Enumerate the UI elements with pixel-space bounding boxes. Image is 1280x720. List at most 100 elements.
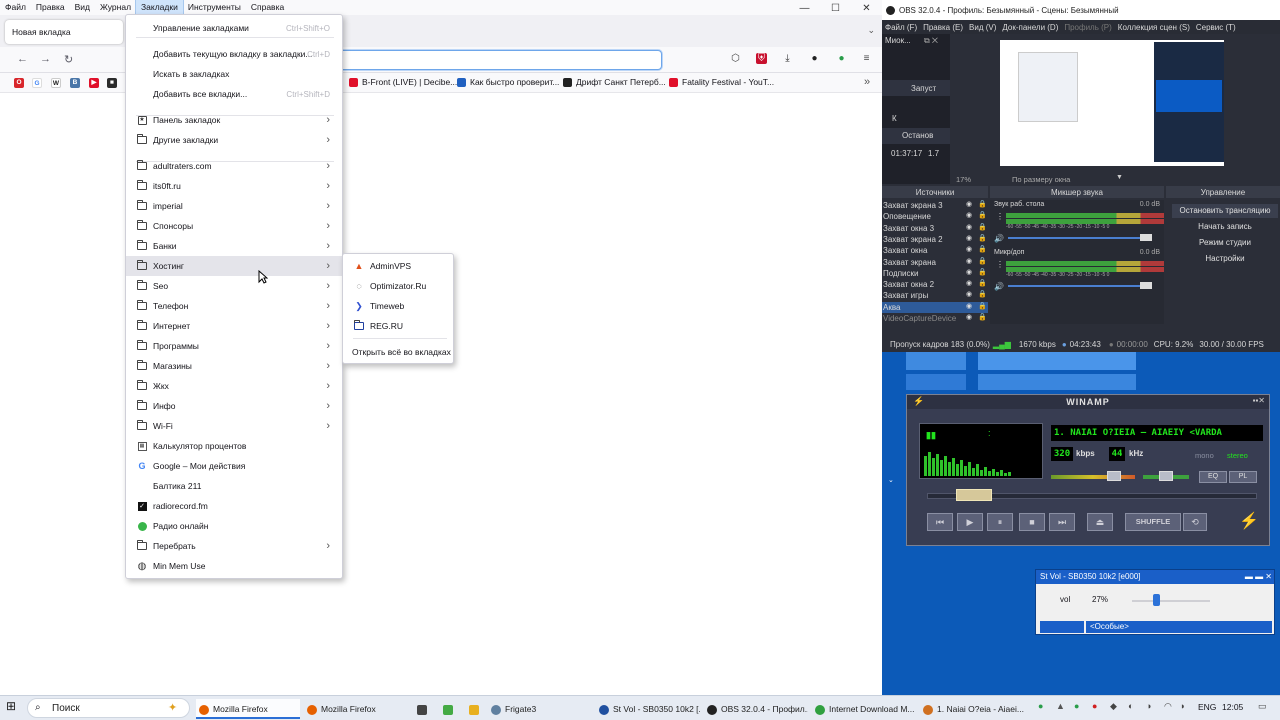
chevron-down-icon[interactable]: ▼: [1116, 174, 1123, 181]
menubar-item[interactable]: Вид: [70, 0, 95, 15]
preset-select[interactable]: <Особые>: [1086, 621, 1272, 633]
back-icon[interactable]: ←: [17, 53, 28, 65]
google-icon[interactable]: G: [32, 78, 42, 88]
tray-icon[interactable]: ●: [1092, 701, 1097, 711]
control-button[interactable]: Режим студии: [1172, 236, 1278, 250]
submenu-item[interactable]: ❯ Timeweb: [343, 296, 453, 316]
mixer-volume-slider[interactable]: [1008, 285, 1144, 287]
visibility-eye-icon[interactable]: ◉: [966, 268, 972, 276]
youtube-icon[interactable]: ▶: [89, 78, 99, 88]
visibility-eye-icon[interactable]: ◉: [966, 257, 972, 265]
eq-button[interactable]: EQ: [1199, 471, 1227, 483]
chevron-down-icon[interactable]: ⌄: [867, 25, 875, 36]
taskbar-item[interactable]: Internet Download M...: [812, 699, 916, 719]
visibility-eye-icon[interactable]: ◉: [966, 302, 972, 310]
obs-menu-item[interactable]: Док-панели (D): [999, 23, 1061, 32]
obs-menu-item[interactable]: Профиль (P): [1061, 23, 1114, 32]
lock-icon[interactable]: 🔒: [978, 290, 987, 298]
lock-icon[interactable]: 🔒: [978, 313, 987, 321]
opera-icon[interactable]: O: [14, 78, 24, 88]
taskbar-item[interactable]: [440, 699, 460, 719]
speaker-icon[interactable]: 🔊: [994, 282, 1004, 291]
menu-folder[interactable]: Интернет ›: [126, 316, 342, 336]
menu-folder[interactable]: Банки ›: [126, 236, 342, 256]
menubar-item[interactable]: Файл: [0, 0, 31, 15]
bookmark-link[interactable]: Как быстро проверит...: [457, 77, 559, 87]
submenu-item[interactable]: ▲ AdminVPS: [343, 256, 453, 276]
tray-icon[interactable]: ◆: [1110, 701, 1117, 712]
obs-menu-item[interactable]: Коллекция сцен (S): [1115, 23, 1193, 32]
speaker-icon[interactable]: ◗: [1180, 701, 1185, 711]
zoom-level[interactable]: 17%: [956, 175, 971, 184]
visibility-eye-icon[interactable]: ◉: [966, 245, 972, 253]
menu-folder[interactable]: imperial ›: [126, 196, 342, 216]
tab-new-tab[interactable]: Новая вкладка: [5, 20, 123, 44]
lock-icon[interactable]: 🔒: [978, 268, 987, 276]
menu-item[interactable]: Другие закладки ›: [126, 130, 342, 150]
forward-icon[interactable]: →: [40, 53, 51, 65]
obs-menu-item[interactable]: Правка (E): [920, 23, 966, 32]
volume-slider[interactable]: [1107, 471, 1121, 481]
menu-link[interactable]: Перебрать ›: [126, 536, 342, 556]
mixer-menu-icon[interactable]: ⋮: [996, 212, 1004, 221]
vol-track[interactable]: [1132, 600, 1210, 602]
vol-toolbar-icons[interactable]: [1040, 621, 1084, 633]
menu-folder[interactable]: Программы ›: [126, 336, 342, 356]
visibility-eye-icon[interactable]: ◉: [966, 200, 972, 208]
search-box[interactable]: ⌕ Поиск ✦: [27, 698, 190, 718]
winamp-titlebar[interactable]: WINAMP: [907, 395, 1269, 409]
url-bar[interactable]: [332, 50, 662, 70]
bookmark-site-icon[interactable]: ■: [107, 78, 117, 88]
window-buttons-icon[interactable]: ▬ ▬ ✕: [1245, 570, 1272, 584]
bookmark-link[interactable]: Fatality Festival - YouT...: [669, 77, 774, 87]
menu-folder[interactable]: its0ft.ru ›: [126, 176, 342, 196]
taskbar-item[interactable]: Mozilla Firefox: [304, 699, 408, 719]
source-item[interactable]: Подписки: [882, 268, 964, 279]
obs-menu-item[interactable]: Сервис (T): [1193, 23, 1239, 32]
lock-icon[interactable]: 🔒: [978, 302, 987, 310]
lock-icon[interactable]: 🔒: [978, 257, 987, 265]
control-button[interactable]: Остановить трансляцию: [1172, 204, 1278, 218]
taskbar-item[interactable]: St Vol - SB0350 10k2 [...: [596, 699, 700, 719]
menu-folder[interactable]: Жкх ›: [126, 376, 342, 396]
obs-preview[interactable]: [1000, 40, 1224, 166]
menubar-item[interactable]: Правка: [31, 0, 70, 15]
menubar-item[interactable]: Справка: [246, 0, 289, 15]
submenu-item[interactable]: ◌ Optimizator.Ru: [343, 276, 453, 296]
menubar-item[interactable]: Закладки: [135, 0, 184, 16]
mixer-volume-thumb[interactable]: [1140, 234, 1152, 241]
lock-icon[interactable]: 🔒: [978, 245, 987, 253]
menu-item[interactable]: Управление закладками Ctrl+Shift+O: [126, 18, 342, 38]
taskbar-item[interactable]: Mozilla Firefox: [196, 699, 300, 719]
wifi-icon[interactable]: ◠: [1164, 701, 1172, 712]
lock-icon[interactable]: 🔒: [978, 279, 987, 287]
ublock-icon[interactable]: ⛨: [756, 53, 767, 64]
extension-icon[interactable]: ⬡: [730, 53, 741, 64]
visibility-eye-icon[interactable]: ◉: [966, 223, 972, 231]
menu-item[interactable]: ★ Панель закладок ›: [126, 110, 342, 130]
previous-button[interactable]: ⏮: [927, 513, 953, 531]
visibility-eye-icon[interactable]: ◉: [966, 279, 972, 287]
menu-link[interactable]: ▦ Калькулятор процентов: [126, 436, 342, 456]
menu-folder[interactable]: Хостинг ›: [126, 256, 342, 276]
menu-folder[interactable]: Инфо ›: [126, 396, 342, 416]
pl-button[interactable]: PL: [1229, 471, 1257, 483]
tray-icon[interactable]: ▲: [1056, 701, 1065, 711]
clock[interactable]: 12:05: [1222, 702, 1243, 712]
taskbar-item[interactable]: 1. Naiai O?eia - Aiaei...: [920, 699, 1024, 719]
menu-link[interactable]: ✓ radiorecord.fm: [126, 496, 342, 516]
notifications-icon[interactable]: ▭: [1258, 701, 1267, 712]
visibility-eye-icon[interactable]: ◉: [966, 234, 972, 242]
repeat-button[interactable]: ⟲: [1183, 513, 1207, 531]
balance-slider[interactable]: [1159, 471, 1173, 481]
vpn-icon[interactable]: ●: [836, 53, 847, 64]
menu-folder[interactable]: Спонсоры ›: [126, 216, 342, 236]
download-icon[interactable]: ⤓: [782, 53, 793, 64]
tray-icon[interactable]: ◐: [1128, 701, 1133, 711]
visibility-eye-icon[interactable]: ◉: [966, 313, 972, 321]
menu-item[interactable]: Добавить все вкладки... Ctrl+Shift+D: [126, 84, 342, 104]
source-item[interactable]: Захват экрана 3: [882, 200, 964, 211]
menu-link[interactable]: ◍ Min Mem Use: [126, 556, 342, 576]
tray-icon[interactable]: ●: [1074, 701, 1079, 711]
source-item[interactable]: Захват экрана 2: [882, 234, 964, 245]
